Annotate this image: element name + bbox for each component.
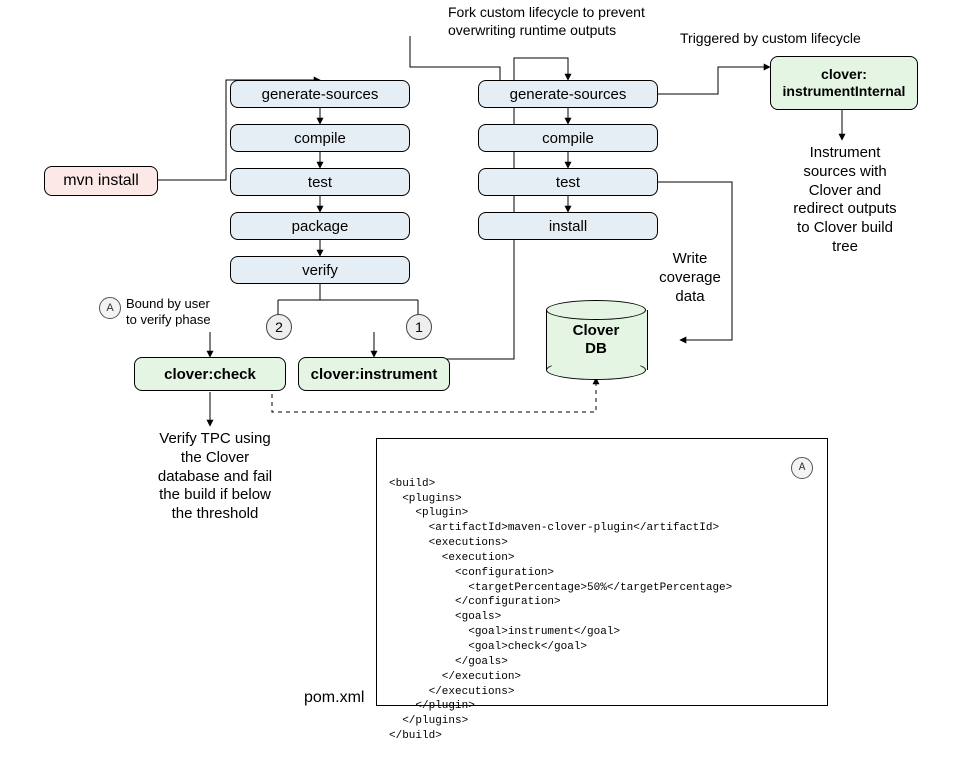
right-phase-label: test bbox=[556, 174, 580, 191]
bound-note-text: Bound by user to verify phase bbox=[126, 296, 236, 329]
badge-a-left: A bbox=[99, 297, 121, 319]
badge-a-pom: A bbox=[791, 457, 813, 479]
clover-db-label: Clover DB bbox=[546, 322, 646, 358]
left-phase-compile: compile bbox=[230, 124, 410, 152]
left-phase-label: package bbox=[292, 218, 349, 235]
write-note-text: Write coverage data bbox=[650, 250, 730, 306]
left-phase-label: generate-sources bbox=[262, 86, 379, 103]
left-phase-label: verify bbox=[302, 262, 338, 279]
badge-a-pom-text: A bbox=[799, 461, 806, 476]
number-1-text: 1 bbox=[415, 319, 423, 335]
left-phase-package: package bbox=[230, 212, 410, 240]
right-phase-install: install bbox=[478, 212, 658, 240]
clover-instrument-internal-box: clover: instrumentInternal bbox=[770, 56, 918, 110]
right-phase-test: test bbox=[478, 168, 658, 196]
clover-instrument-box: clover:instrument bbox=[298, 357, 450, 391]
right-phase-label: compile bbox=[542, 130, 594, 147]
clover-instrument-internal-label: clover: instrumentInternal bbox=[783, 66, 906, 100]
mvn-install-box: mvn install bbox=[44, 166, 158, 196]
right-phase-generate-sources: generate-sources bbox=[478, 80, 658, 108]
pom-xml-content: <build> <plugins> <plugin> <artifactId>m… bbox=[389, 477, 815, 744]
left-phase-test: test bbox=[230, 168, 410, 196]
trigger-note-text: Triggered by custom lifecycle bbox=[680, 30, 880, 48]
number-2: 2 bbox=[266, 314, 292, 340]
clover-check-box: clover:check bbox=[134, 357, 286, 391]
fork-note-text: Fork custom lifecycle to prevent overwri… bbox=[448, 4, 658, 39]
badge-a-text: A bbox=[106, 302, 113, 314]
left-phase-verify: verify bbox=[230, 256, 410, 284]
pom-xml-box: <build> <plugins> <plugin> <artifactId>m… bbox=[376, 438, 828, 706]
clover-instrument-label: clover:instrument bbox=[311, 366, 438, 383]
verify-note-text: Verify TPC using the Clover database and… bbox=[150, 430, 280, 524]
number-1: 1 bbox=[406, 314, 432, 340]
clover-check-label: clover:check bbox=[164, 366, 256, 383]
mvn-install-label: mvn install bbox=[63, 172, 139, 190]
left-phase-generate-sources: generate-sources bbox=[230, 80, 410, 108]
right-phase-label: install bbox=[549, 218, 587, 235]
right-phase-compile: compile bbox=[478, 124, 658, 152]
left-phase-label: test bbox=[308, 174, 332, 191]
right-phase-label: generate-sources bbox=[510, 86, 627, 103]
pom-label: pom.xml bbox=[304, 688, 364, 708]
instrument-note-text: Instrument sources with Clover and redir… bbox=[790, 144, 900, 257]
left-phase-label: compile bbox=[294, 130, 346, 147]
number-2-text: 2 bbox=[275, 319, 283, 335]
clover-db-cylinder: Clover DB bbox=[546, 300, 646, 380]
